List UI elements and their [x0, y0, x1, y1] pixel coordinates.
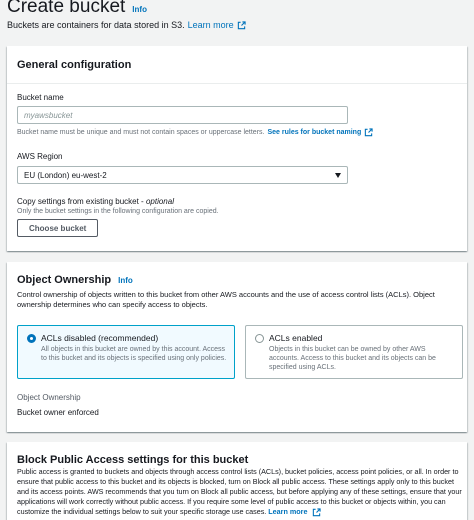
copy-settings-hint: Only the bucket settings in the followin… [17, 208, 219, 215]
bpa-learn-more-link[interactable]: Learn more [268, 507, 307, 516]
bucket-name-hint-text: Bucket name must be unique and must not … [17, 129, 265, 136]
general-configuration-title: General configuration [17, 58, 132, 71]
divider [7, 83, 467, 84]
bucket-name-field[interactable] [17, 106, 348, 124]
ownership-info-link[interactable]: Info [118, 276, 133, 285]
copy-settings-label-text: Copy settings from existing bucket - [17, 197, 146, 206]
page-title: Create bucket [7, 0, 126, 17]
bucket-name-hint: Bucket name must be unique and must not … [17, 128, 373, 137]
copy-settings-optional: optional [145, 197, 174, 206]
copy-settings-label: Copy settings from existing bucket - opt… [17, 197, 174, 206]
object-ownership-key: Object Ownership [17, 393, 81, 402]
external-link-icon[interactable] [312, 507, 322, 517]
choose-bucket-button[interactable]: Choose bucket [17, 219, 99, 237]
bucket-name-input[interactable] [24, 110, 347, 120]
object-ownership-description: Control ownership of objects written to … [17, 290, 435, 309]
aws-region-label: AWS Region [17, 152, 63, 161]
object-ownership-title: Object Ownership [17, 274, 112, 286]
block-public-access-text: Public access is granted to buckets and … [17, 467, 462, 516]
object-ownership-value: Bucket owner enforced [17, 408, 99, 417]
external-link-icon[interactable] [237, 20, 246, 30]
caret-down-icon [335, 172, 341, 178]
header-info-link[interactable]: Info [132, 5, 147, 14]
aws-region-select[interactable]: EU (London) eu-west-2 [17, 166, 348, 184]
object-ownership-header: Object Ownership Info [17, 274, 133, 286]
page-header: Create bucket Info Buckets are container… [7, 0, 467, 30]
block-public-access-panel: Block Public Access settings for this bu… [7, 442, 467, 520]
acls-disabled-description: All objects in this bucket are owned by … [41, 346, 227, 362]
block-public-access-description: Public access is granted to buckets and … [17, 467, 465, 517]
acls-enabled-label: ACLs enabled [269, 333, 323, 343]
learn-more-link[interactable]: Learn more [188, 20, 234, 30]
acls-disabled-option[interactable]: ACLs disabled (recommended) All objects … [17, 325, 235, 379]
acls-disabled-label: ACLs disabled (recommended) [41, 333, 159, 343]
block-public-access-title: Block Public Access settings for this bu… [17, 454, 249, 466]
acls-enabled-radio[interactable] [255, 334, 264, 343]
page-title-row: Create bucket Info [7, 0, 467, 17]
general-configuration-panel: General configuration Bucket name Bucket… [7, 46, 467, 251]
aws-region-value: EU (London) eu-west-2 [24, 170, 107, 180]
external-link-icon[interactable] [364, 128, 373, 137]
acls-disabled-radio[interactable] [27, 334, 36, 343]
page-description-text: Buckets are containers for data stored i… [7, 20, 185, 30]
general-configuration-header: General configuration [7, 46, 467, 83]
acls-enabled-option[interactable]: ACLs enabled Objects in this bucket can … [245, 325, 463, 379]
object-ownership-panel: Object Ownership Info Control ownership … [7, 262, 467, 432]
page-description: Buckets are containers for data stored i… [7, 20, 467, 30]
acls-enabled-description: Objects in this bucket can be owned by o… [269, 346, 436, 371]
bucket-name-label: Bucket name [17, 93, 64, 102]
bucket-naming-rules-link[interactable]: See rules for bucket naming [267, 129, 361, 136]
